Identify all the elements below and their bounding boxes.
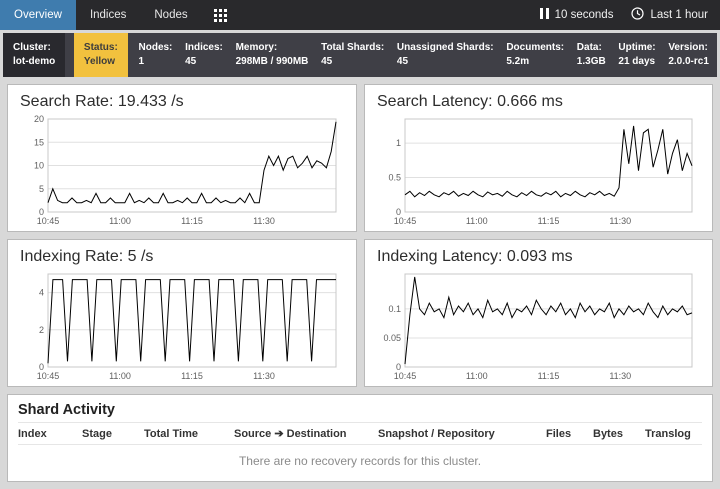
cluster-value: lot-demo	[13, 55, 55, 70]
chart-title-indexing-rate: Indexing Rate: 5 /s	[20, 248, 346, 266]
panel-search-rate: Search Rate: 19.433 /s 0510152010:4511:0…	[7, 84, 357, 232]
svg-text:15: 15	[34, 137, 44, 147]
svg-text:10:45: 10:45	[394, 371, 417, 381]
stat-version: Version: 2.0.0-rc1	[666, 33, 711, 77]
stat-label: Uptime:	[618, 41, 655, 56]
cluster-status-bar: Cluster: lot-demo Status: Yellow Nodes: …	[3, 33, 717, 77]
svg-text:11:15: 11:15	[538, 371, 560, 381]
svg-text:11:30: 11:30	[253, 371, 275, 381]
cluster-name-badge: Cluster: lot-demo	[3, 33, 65, 77]
svg-text:11:30: 11:30	[609, 371, 631, 381]
stat-label: Documents:	[506, 41, 564, 56]
svg-text:11:00: 11:00	[109, 216, 131, 226]
panel-indexing-latency: Indexing Latency: 0.093 ms 00.050.110:45…	[364, 239, 713, 387]
svg-text:5: 5	[39, 184, 44, 194]
svg-text:0.05: 0.05	[383, 333, 401, 343]
indexing-latency-chart[interactable]: 00.050.110:4511:0011:1511:30	[375, 268, 702, 382]
stat-nodes: Nodes: 1	[137, 33, 175, 77]
col-source-destination: Source ➔ Destination	[234, 427, 378, 440]
stat-unassigned-shards: Unassigned Shards: 45	[395, 33, 496, 77]
cluster-status-badge: Status: Yellow	[74, 33, 128, 77]
stat-value: 5.2m	[506, 55, 564, 70]
chart-title-indexing-latency: Indexing Latency: 0.093 ms	[377, 248, 702, 266]
stat-value: 45	[321, 55, 384, 70]
search-rate-chart[interactable]: 0510152010:4511:0011:1511:30	[18, 113, 346, 227]
time-range-picker[interactable]: Last 1 hour	[631, 7, 708, 23]
shard-table-header: Index Stage Total Time Source ➔ Destinat…	[18, 422, 702, 445]
svg-text:11:30: 11:30	[609, 216, 631, 226]
svg-text:11:15: 11:15	[538, 216, 560, 226]
clock-icon	[631, 7, 644, 23]
col-stage: Stage	[82, 428, 144, 440]
stat-value: 1.3GB	[577, 55, 606, 70]
stat-indices: Indices: 45	[183, 33, 225, 77]
chart-title-search-latency: Search Latency: 0.666 ms	[377, 93, 702, 111]
stat-value: 21 days	[618, 55, 655, 70]
refresh-interval-label: 10 seconds	[555, 9, 614, 21]
svg-text:11:15: 11:15	[181, 371, 203, 381]
chart-title-search-rate: Search Rate: 19.433 /s	[20, 93, 346, 111]
stat-documents: Documents: 5.2m	[504, 33, 566, 77]
tab-indices[interactable]: Indices	[76, 0, 140, 30]
svg-text:0.1: 0.1	[388, 304, 401, 314]
col-total-time: Total Time	[144, 428, 234, 440]
stat-label: Data:	[577, 41, 606, 56]
pause-icon	[540, 8, 549, 22]
stat-value: 1	[139, 55, 173, 70]
stat-label: Unassigned Shards:	[397, 41, 494, 56]
stat-total-shards: Total Shards: 45	[319, 33, 386, 77]
svg-text:10:45: 10:45	[394, 216, 417, 226]
tab-nodes[interactable]: Nodes	[140, 0, 201, 30]
svg-text:10:45: 10:45	[37, 371, 60, 381]
svg-text:1: 1	[396, 138, 401, 148]
panel-search-latency: Search Latency: 0.666 ms 00.5110:4511:00…	[364, 84, 713, 232]
stat-label: Total Shards:	[321, 41, 384, 56]
search-latency-chart[interactable]: 00.5110:4511:0011:1511:30	[375, 113, 702, 227]
monitoring-app: Overview Indices Nodes 10 seconds	[0, 0, 720, 489]
status-label: Status:	[84, 41, 118, 56]
charts-grid: Search Rate: 19.433 /s 0510152010:4511:0…	[0, 77, 720, 394]
nav-right-controls: 10 seconds Last 1 hour	[540, 0, 720, 30]
svg-text:4: 4	[39, 288, 44, 298]
status-value: Yellow	[84, 55, 118, 70]
svg-text:10:45: 10:45	[37, 216, 60, 226]
col-index: Index	[18, 428, 82, 440]
shard-activity-title: Shard Activity	[18, 402, 702, 418]
svg-text:11:15: 11:15	[181, 216, 203, 226]
svg-text:11:00: 11:00	[466, 371, 488, 381]
svg-text:11:00: 11:00	[109, 371, 131, 381]
tab-overview[interactable]: Overview	[0, 0, 76, 30]
stat-memory: Memory: 298MB / 990MB	[234, 33, 311, 77]
stat-label: Memory:	[236, 41, 309, 56]
col-files: Files	[546, 428, 593, 440]
top-nav: Overview Indices Nodes 10 seconds	[0, 0, 720, 30]
stat-value: 45	[185, 55, 223, 70]
panel-indexing-rate: Indexing Rate: 5 /s 02410:4511:0011:1511…	[7, 239, 357, 387]
stat-value: 298MB / 990MB	[236, 55, 309, 70]
svg-text:20: 20	[34, 114, 44, 124]
svg-text:0.5: 0.5	[388, 173, 401, 183]
stat-label: Version:	[668, 41, 709, 56]
apps-grid-icon[interactable]	[202, 0, 239, 30]
stat-value: 45	[397, 55, 494, 70]
indexing-rate-chart[interactable]: 02410:4511:0011:1511:30	[18, 268, 346, 382]
stat-label: Nodes:	[139, 41, 173, 56]
col-snapshot-repository: Snapshot / Repository	[378, 428, 546, 440]
stat-uptime: Uptime: 21 days	[616, 33, 657, 77]
svg-text:10: 10	[34, 161, 44, 171]
stat-label: Indices:	[185, 41, 223, 56]
col-bytes: Bytes	[593, 428, 645, 440]
stat-data: Data: 1.3GB	[575, 33, 608, 77]
shard-activity-panel: Shard Activity Index Stage Total Time So…	[7, 394, 713, 482]
stat-value: 2.0.0-rc1	[668, 55, 709, 70]
shard-empty-message: There are no recovery records for this c…	[18, 445, 702, 476]
svg-text:11:00: 11:00	[466, 216, 488, 226]
svg-text:2: 2	[39, 325, 44, 335]
time-range-label: Last 1 hour	[650, 9, 708, 21]
svg-text:11:30: 11:30	[253, 216, 275, 226]
col-translog: Translog	[645, 428, 702, 440]
refresh-pause-control[interactable]: 10 seconds	[540, 8, 614, 22]
cluster-label: Cluster:	[13, 41, 55, 56]
